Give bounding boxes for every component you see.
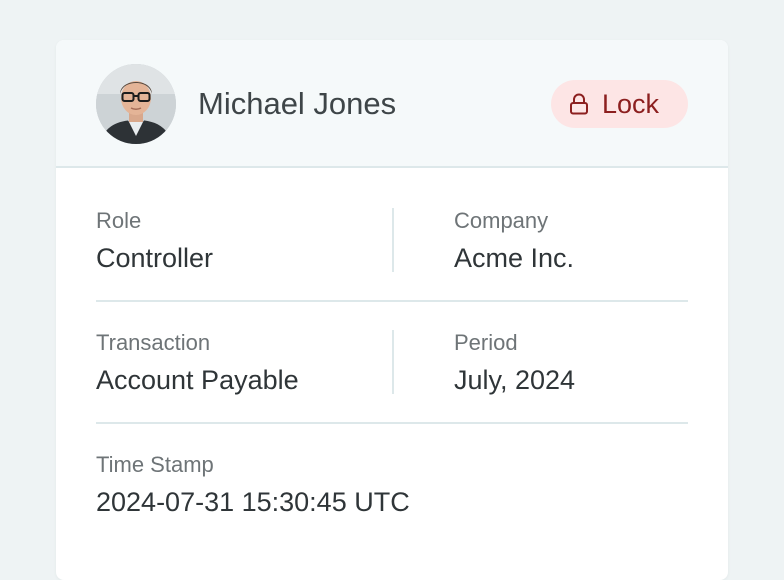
period-value: July, 2024 — [454, 365, 576, 395]
card-header: Michael Jones Lock — [56, 40, 728, 168]
period-label: Period — [454, 330, 518, 355]
row-divider — [96, 300, 688, 302]
company-label: Company — [454, 208, 549, 233]
role-label: Role — [96, 208, 142, 233]
timestamp-label: Time Stamp — [96, 452, 214, 477]
lock-button[interactable]: Lock — [551, 80, 688, 128]
transaction-label: Transaction — [96, 330, 211, 355]
role-value: Controller — [96, 243, 214, 273]
row-divider — [96, 422, 688, 424]
column-divider — [392, 330, 394, 394]
lock-button-label: Lock — [602, 89, 660, 119]
user-name: Michael Jones — [198, 86, 397, 121]
column-divider — [392, 208, 394, 272]
transaction-value: Account Payable — [96, 365, 299, 395]
company-value: Acme Inc. — [454, 243, 575, 273]
lock-icon — [570, 93, 588, 115]
timestamp-value: 2024-07-31 15:30:45 UTC — [96, 487, 410, 517]
avatar — [96, 64, 176, 144]
person-photo-icon — [96, 64, 176, 144]
user-detail-card: Michael Jones Lock Role Controller Compa… — [56, 40, 728, 580]
